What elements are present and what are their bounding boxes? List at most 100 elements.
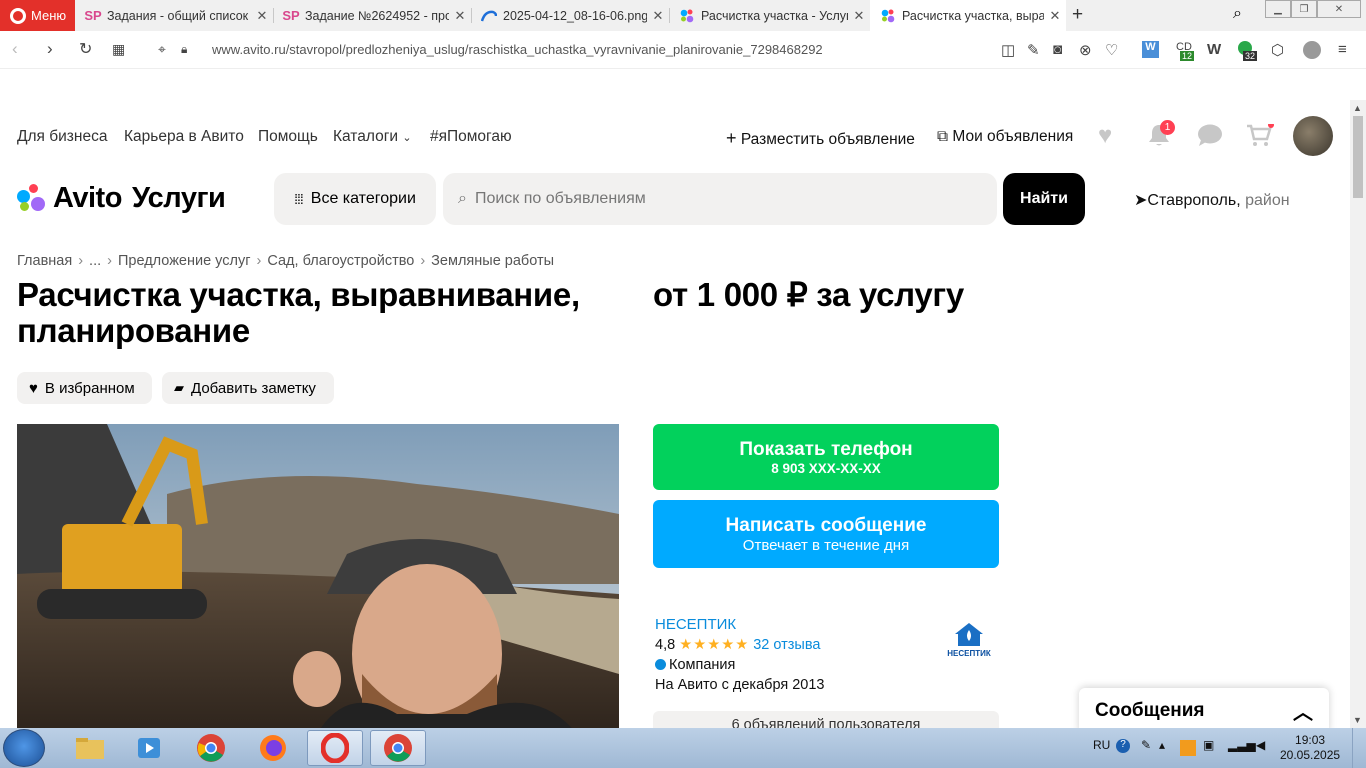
camera-icon[interactable]: ◙ bbox=[1053, 41, 1062, 58]
messages-panel[interactable]: Сообщения ︿ bbox=[1079, 688, 1329, 728]
more-ads-button[interactable]: 6 объявлений пользователя bbox=[653, 711, 999, 728]
minimize-icon[interactable]: ▁ bbox=[1265, 0, 1291, 18]
lock-icon[interactable]: 🔒︎ bbox=[181, 42, 187, 57]
page-scrollbar[interactable]: ▲ ▼ bbox=[1350, 100, 1366, 728]
close-tab-icon[interactable]: ✕ bbox=[449, 8, 471, 24]
close-tab-icon[interactable]: ✕ bbox=[251, 8, 273, 24]
link-career[interactable]: Карьера в Авито bbox=[124, 128, 244, 146]
edit-icon[interactable]: ✎ bbox=[1027, 41, 1040, 59]
show-hidden-icons[interactable]: ▴ bbox=[1159, 738, 1165, 752]
system-clock[interactable]: 19:03 20.05.2025 bbox=[1280, 733, 1340, 763]
firefox-taskbar-icon[interactable] bbox=[245, 730, 301, 766]
seller-name[interactable]: НЕСЕПТИК bbox=[655, 615, 824, 635]
reload-icon[interactable]: ↻ bbox=[79, 39, 92, 59]
sp-icon: SP bbox=[282, 8, 300, 23]
new-tab-icon[interactable]: + bbox=[1072, 4, 1083, 26]
tab-png-file[interactable]: 2025-04-12_08-16-06.png ✕ bbox=[471, 0, 669, 31]
close-window-icon[interactable]: ✕ bbox=[1317, 0, 1361, 18]
help-icon[interactable]: ? bbox=[1116, 739, 1130, 753]
adblock-icon[interactable]: ⊗ bbox=[1079, 41, 1092, 59]
clipboard-icon[interactable]: ▣ bbox=[1203, 738, 1214, 752]
reader-icon[interactable]: ◫ bbox=[1001, 41, 1015, 59]
listing-photo[interactable] bbox=[17, 424, 619, 728]
breadcrumb-services[interactable]: Предложение услуг bbox=[118, 253, 251, 269]
volume-icon[interactable]: ◀ bbox=[1256, 738, 1265, 752]
tab-avito-clearing[interactable]: Расчистка участка - Услуг ✕ bbox=[669, 0, 870, 31]
start-button[interactable] bbox=[3, 729, 45, 767]
breadcrumb-home[interactable]: Главная bbox=[17, 253, 72, 269]
verified-icon bbox=[655, 659, 666, 670]
heart-icon[interactable]: ♡ bbox=[1105, 41, 1118, 59]
seller-type: Компания bbox=[669, 657, 736, 673]
link-help[interactable]: Помощь bbox=[258, 128, 318, 146]
link-for-business[interactable]: Для бизнеса bbox=[17, 128, 107, 146]
scroll-up-icon[interactable]: ▲ bbox=[1353, 103, 1362, 113]
link-ya-pomogayu[interactable]: #яПомогаю bbox=[430, 128, 512, 146]
user-avatar[interactable] bbox=[1293, 116, 1333, 156]
favorite-button[interactable]: ♥ В избранном bbox=[17, 372, 152, 404]
easy-setup-icon[interactable]: ≡ bbox=[1338, 41, 1347, 58]
browser-tab-bar: Меню SP Задания - общий список з ✕ SP За… bbox=[0, 0, 1366, 31]
tab-title: Задание №2624952 - про bbox=[305, 8, 449, 23]
explorer-taskbar-icon[interactable] bbox=[62, 730, 118, 766]
avito-services-logo[interactable]: Avito Услуги bbox=[17, 182, 226, 215]
breadcrumb-garden[interactable]: Сад, благоустройство bbox=[267, 253, 414, 269]
network-icon[interactable]: ▂▃▅ bbox=[1228, 738, 1256, 752]
profile-icon[interactable] bbox=[1303, 41, 1321, 59]
write-message-button[interactable]: Написать сообщение Отвечает в течение дн… bbox=[653, 500, 999, 568]
breadcrumb-earthworks[interactable]: Земляные работы bbox=[431, 253, 554, 269]
chrome-alt-taskbar-icon[interactable] bbox=[370, 730, 426, 766]
forward-icon[interactable]: › bbox=[47, 39, 53, 59]
scroll-down-icon[interactable]: ▼ bbox=[1353, 715, 1362, 725]
cart-icon[interactable] bbox=[1246, 122, 1274, 153]
opera-taskbar-icon[interactable] bbox=[307, 730, 363, 766]
show-desktop-button[interactable] bbox=[1352, 728, 1366, 768]
close-tab-icon[interactable]: ✕ bbox=[1044, 8, 1066, 24]
tab-search-icon[interactable]: ⌕ bbox=[1233, 5, 1242, 23]
all-categories-button[interactable]: ⁞⁞⁞ Все категории bbox=[274, 173, 436, 225]
seller-logo[interactable]: НЕСЕПТИК bbox=[944, 621, 994, 661]
favorites-heart-icon[interactable]: ♥ bbox=[1098, 122, 1112, 150]
city-selector[interactable]: ➤Ставрополь, район bbox=[1134, 190, 1290, 210]
messenger-icon[interactable] bbox=[1197, 123, 1223, 152]
my-ads-label: Мои объявления bbox=[952, 128, 1074, 145]
cd-extension-icon[interactable]: CD 12 bbox=[1176, 41, 1195, 61]
search-input[interactable]: ⌕ Поиск по объявлениям bbox=[443, 173, 997, 225]
restore-icon[interactable]: ❐ bbox=[1291, 0, 1317, 18]
opera-menu-button[interactable]: Меню bbox=[0, 0, 75, 31]
w-extension-icon[interactable]: W bbox=[1142, 41, 1159, 58]
breadcrumb-ellipsis[interactable]: ... bbox=[89, 253, 101, 269]
post-ad-button[interactable]: + Разместить объявление bbox=[726, 128, 915, 149]
chevron-up-icon[interactable]: ︿ bbox=[1293, 696, 1313, 725]
tab-avito-active[interactable]: Расчистка участка, вырав ✕ bbox=[870, 0, 1066, 31]
language-indicator[interactable]: RU bbox=[1093, 738, 1110, 752]
tab-tasks-list[interactable]: SP Задания - общий список з ✕ bbox=[75, 0, 273, 31]
location-icon[interactable]: ⌖ bbox=[158, 41, 166, 58]
notifications-bell-icon[interactable]: 1 bbox=[1148, 120, 1175, 152]
seller-reviews-link[interactable]: 32 отзыва bbox=[753, 637, 820, 653]
link-catalogs[interactable]: Каталоги ⌄ bbox=[333, 128, 412, 146]
back-icon[interactable]: ‹ bbox=[12, 39, 18, 59]
breadcrumb: Главная › ... › Предложение услуг › Сад, бл… bbox=[17, 253, 555, 269]
pen-icon[interactable]: ✎ bbox=[1141, 738, 1151, 752]
tab-task-2624952[interactable]: SP Задание №2624952 - про ✕ bbox=[273, 0, 471, 31]
green-extension-icon[interactable]: 32 bbox=[1238, 41, 1258, 61]
close-tab-icon[interactable]: ✕ bbox=[848, 8, 870, 24]
close-tab-icon[interactable]: ✕ bbox=[647, 8, 669, 24]
search-icon: ⌕ bbox=[458, 190, 467, 207]
search-placeholder: Поиск по объявлениям bbox=[474, 190, 646, 207]
cube-icon[interactable]: ⬡ bbox=[1271, 41, 1284, 59]
avast-tray-icon[interactable] bbox=[1180, 740, 1196, 756]
listing-price: от 1 000 ₽ за услугу bbox=[653, 276, 964, 313]
url-text[interactable]: www.avito.ru/stavropol/predlozheniya_usl… bbox=[212, 42, 823, 57]
add-note-button[interactable]: ▰ Добавить заметку bbox=[162, 372, 334, 404]
media-player-taskbar-icon[interactable] bbox=[121, 730, 177, 766]
find-button[interactable]: Найти bbox=[1003, 173, 1085, 225]
scrollbar-thumb[interactable] bbox=[1353, 116, 1363, 198]
chrome-taskbar-icon[interactable] bbox=[183, 730, 239, 766]
wiki-extension-icon[interactable]: W bbox=[1207, 41, 1221, 58]
my-ads-button[interactable]: ⧉ Мои объявления bbox=[937, 128, 1073, 146]
speed-dial-icon[interactable]: ▦ bbox=[112, 41, 125, 58]
avito-logo-icon bbox=[17, 183, 47, 214]
show-phone-button[interactable]: Показать телефон 8 903 XXX-XX-XX bbox=[653, 424, 999, 490]
